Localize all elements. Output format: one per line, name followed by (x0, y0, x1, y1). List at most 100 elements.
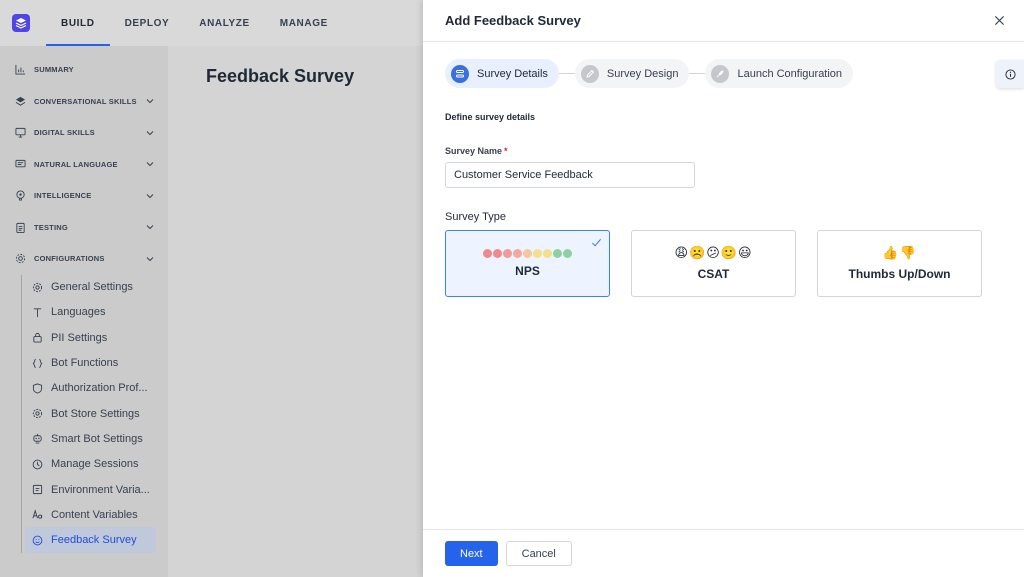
sidebar-item-label: CONVERSATIONAL SKILLS (34, 96, 137, 106)
sidebar-item-environment-variables[interactable]: Environment Varia... (25, 477, 156, 502)
sidebar-item-label: INTELLIGENCE (34, 191, 92, 201)
sidebar-item-label: TESTING (34, 222, 68, 232)
chevron-down-icon[interactable] (146, 192, 154, 200)
sidebar-item-label: Manage Sessions (51, 458, 139, 471)
nps-dot-9 (563, 249, 572, 258)
pencil-icon (580, 64, 599, 83)
nav-tab-analyze[interactable]: ANALYZE (184, 0, 265, 46)
chevron-down-icon[interactable] (146, 160, 154, 168)
sidebar-item-content-variables[interactable]: Content Variables (25, 502, 156, 527)
nps-dot-6 (533, 249, 542, 258)
survey-type-card-csat[interactable]: 😩☹️😕🙂😃 CSAT (631, 230, 796, 297)
info-button[interactable] (996, 60, 1024, 88)
monitor-icon (14, 127, 26, 139)
sidebar-item-general-settings[interactable]: General Settings (25, 275, 156, 300)
step-connector (558, 73, 575, 74)
braces-icon (31, 357, 43, 369)
survey-type-card-nps[interactable]: NPS (445, 230, 610, 297)
bot-icon (31, 433, 43, 445)
app-logo-icon[interactable] (12, 14, 30, 32)
sidebar-item-label: CONFIGURATIONS (34, 254, 105, 264)
sidebar-item-manage-sessions[interactable]: Manage Sessions (25, 452, 156, 477)
close-button[interactable] (992, 14, 1006, 28)
sidebar-item-configurations[interactable]: CONFIGURATIONS (0, 243, 168, 275)
nav-tab-build[interactable]: BUILD (46, 0, 110, 46)
clock-icon (31, 458, 43, 470)
nps-dot-4 (513, 249, 522, 258)
sidebar-item-label: SUMMARY (34, 65, 74, 75)
sidebar-item-summary[interactable]: SUMMARY (0, 54, 168, 86)
nps-dot-5 (523, 249, 532, 258)
sidebar-item-label: Bot Store Settings (51, 407, 140, 420)
nps-dot-8 (553, 249, 562, 258)
nps-dot-2 (493, 249, 502, 258)
stepper: Survey Details Survey Design Launch Conf… (445, 59, 854, 88)
variable-icon (31, 484, 43, 496)
sidebar-item-label: Feedback Survey (51, 534, 137, 547)
nps-dot-7 (543, 249, 552, 258)
sidebar: SUMMARY CONVERSATIONAL SKILLS DIGITAL SK… (0, 46, 168, 577)
sidebar-item-bot-store-settings[interactable]: Bot Store Settings (25, 401, 156, 426)
brain-icon (14, 190, 26, 202)
clipboard-icon (14, 221, 26, 233)
sidebar-item-label: Environment Varia... (51, 483, 150, 496)
sidebar-item-testing[interactable]: TESTING (0, 212, 168, 244)
rocket-icon (711, 64, 730, 83)
sidebar-item-label: Languages (51, 306, 106, 319)
next-button[interactable]: Next (445, 541, 498, 566)
sidebar-item-pii-settings[interactable]: PII Settings (25, 325, 156, 350)
sidebar-item-label: Content Variables (51, 508, 138, 521)
required-mark: * (504, 146, 508, 156)
sidebar-item-label: General Settings (51, 281, 133, 294)
panel-footer: Next Cancel (423, 529, 1024, 577)
chevron-down-icon[interactable] (146, 97, 154, 105)
survey-type-name: NPS (515, 264, 540, 278)
section-heading: Define survey details (445, 112, 536, 122)
step-label: Survey Details (477, 67, 548, 80)
survey-type-name: CSAT (697, 267, 730, 281)
thumbs-emoji: 👍👎 (882, 246, 917, 261)
step-survey-design[interactable]: Survey Design (574, 59, 690, 88)
survey-type-name: Thumbs Up/Down (848, 267, 951, 281)
survey-name-label: Survey Name * (445, 146, 508, 156)
sidebar-item-authorization-profiles[interactable]: Authorization Prof... (25, 376, 156, 401)
sidebar-item-conversational-skills[interactable]: CONVERSATIONAL SKILLS (0, 86, 168, 118)
gear-icon (31, 281, 43, 293)
sidebar-item-smart-bot-settings[interactable]: Smart Bot Settings (25, 426, 156, 451)
sidebar-item-languages[interactable]: Languages (25, 300, 156, 325)
cancel-button[interactable]: Cancel (505, 541, 572, 566)
sidebar-item-intelligence[interactable]: INTELLIGENCE (0, 180, 168, 212)
sidebar-item-label: Bot Functions (51, 357, 119, 370)
shield-icon (31, 382, 43, 394)
smile-icon (31, 534, 43, 546)
sidebar-item-bot-functions[interactable]: Bot Functions (25, 350, 156, 375)
info-icon[interactable] (1004, 68, 1016, 80)
add-feedback-survey-panel: Add Feedback Survey Survey Details Surve… (423, 0, 1024, 577)
list-icon (451, 64, 469, 83)
sidebar-item-label: PII Settings (51, 331, 108, 344)
chevron-down-icon[interactable] (146, 129, 154, 137)
bar-chart-icon (14, 64, 26, 76)
chevron-down-icon[interactable] (146, 223, 154, 231)
step-label: Survey Design (606, 67, 679, 80)
close-icon[interactable] (994, 15, 1005, 26)
sidebar-item-natural-language[interactable]: NATURAL LANGUAGE (0, 149, 168, 181)
csat-emoji-scale: 😩☹️😕🙂😃 (674, 246, 753, 261)
survey-type-label: Survey Type (445, 211, 506, 223)
nps-dot-1 (483, 249, 492, 258)
nps-scale-dots (483, 249, 573, 258)
survey-name-input[interactable] (445, 162, 695, 188)
page-title: Feedback Survey (206, 66, 355, 86)
step-survey-details[interactable]: Survey Details (445, 59, 559, 88)
survey-type-card-thumbs[interactable]: 👍👎 Thumbs Up/Down (817, 230, 982, 297)
nav-tab-deploy[interactable]: DEPLOY (110, 0, 185, 46)
nav-tab-manage[interactable]: MANAGE (265, 0, 343, 46)
sidebar-item-digital-skills[interactable]: DIGITAL SKILLS (0, 117, 168, 149)
sidebar-item-label: NATURAL LANGUAGE (34, 159, 118, 169)
sidebar-item-feedback-survey[interactable]: Feedback Survey (25, 527, 156, 553)
aa-icon (31, 509, 43, 521)
nps-dot-3 (503, 249, 512, 258)
sidebar-item-label: Authorization Prof... (51, 382, 148, 395)
chevron-up-icon[interactable] (146, 255, 154, 263)
step-launch-configuration[interactable]: Launch Configuration (705, 59, 854, 88)
